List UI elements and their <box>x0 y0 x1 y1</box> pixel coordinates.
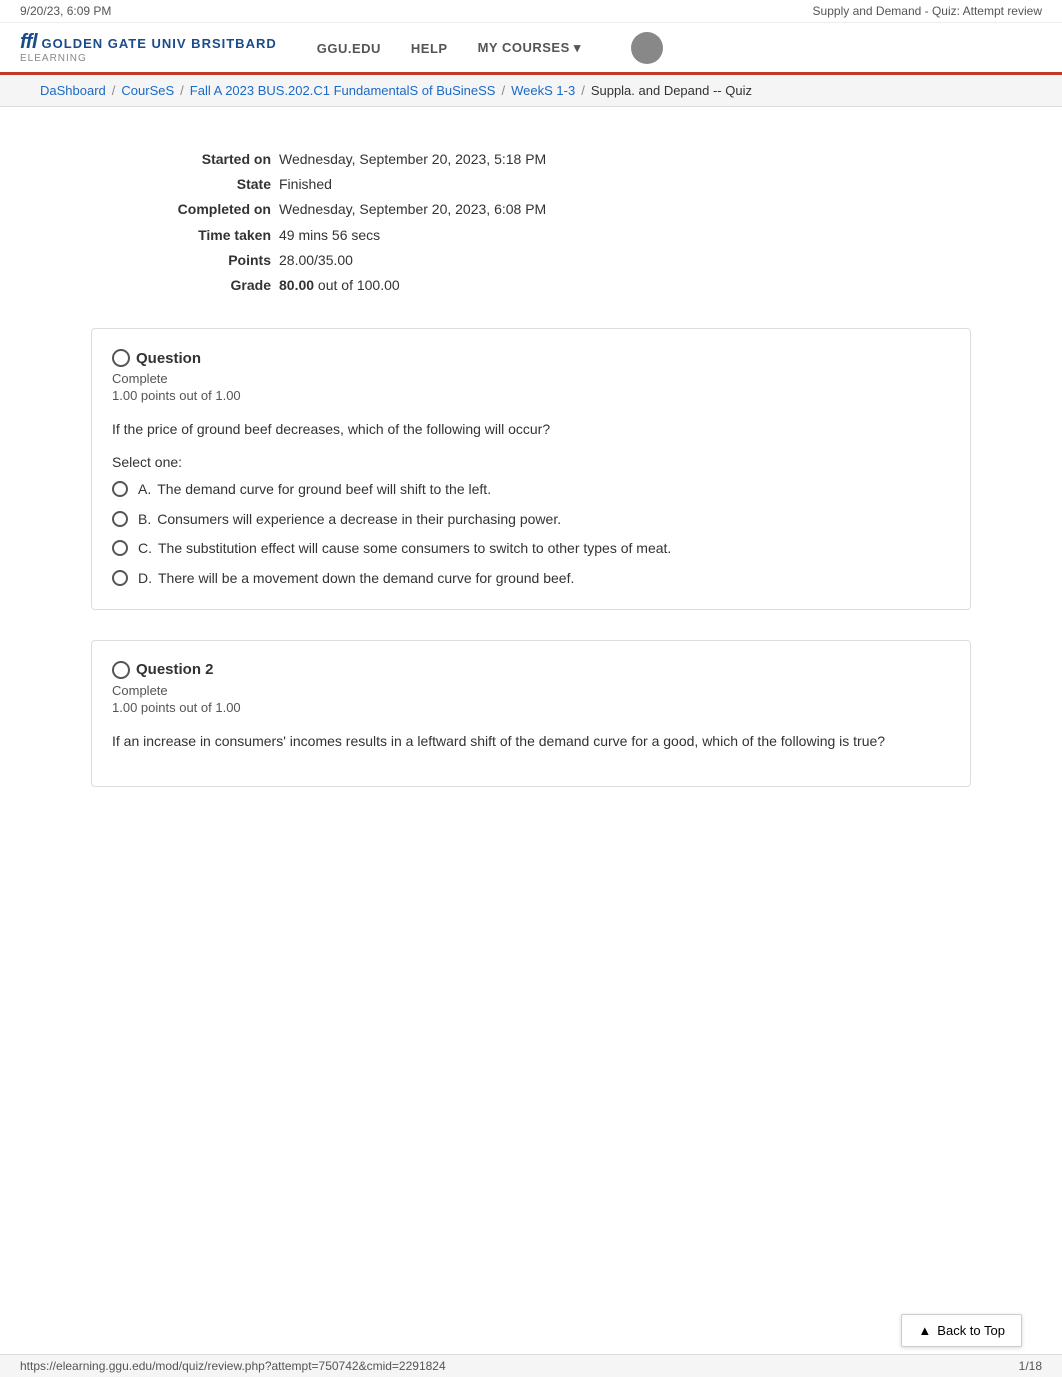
option-1c: C.The substitution effect will cause som… <box>112 539 950 559</box>
breadcrumb-item-dashboard[interactable]: DaShboard <box>40 83 106 98</box>
breadcrumb-sep-3: / <box>501 83 505 98</box>
summary-row-points: Points 28.00/35.00 <box>151 248 971 273</box>
summary-value-grade: 80.00 out of 100.00 <box>279 273 400 298</box>
summary-label-points: Points <box>151 248 271 273</box>
summary-value-state: Finished <box>279 172 332 197</box>
grade-value: 80.00 <box>279 277 314 293</box>
breadcrumb-sep-4: / <box>581 83 585 98</box>
breadcrumb-item-weeks[interactable]: WeekS 1-3 <box>511 83 575 98</box>
question-2-points: 1.00 points out of 1.00 <box>112 700 950 715</box>
question-1-header: Question <box>112 349 950 367</box>
nav-mycourses[interactable]: MY COURSES ▾ <box>478 40 581 56</box>
summary-table: Started on Wednesday, September 20, 2023… <box>151 147 971 298</box>
breadcrumb-sep: / <box>112 83 116 98</box>
option-1c-radio[interactable] <box>112 540 128 556</box>
summary-row-grade: Grade 80.00 out of 100.00 <box>151 273 971 298</box>
page-title: Supply and Demand - Quiz: Attempt review <box>813 4 1042 18</box>
summary-value-points: 28.00/35.00 <box>279 248 353 273</box>
question-block-1: Question Complete 1.00 points out of 1.0… <box>91 328 971 609</box>
summary-label-state: State <box>151 172 271 197</box>
logo-text: ffl GOLDEN GATE UNIV BRSITBARD <box>20 31 277 53</box>
option-1a-radio[interactable] <box>112 481 128 497</box>
summary-row-state: State Finished <box>151 172 971 197</box>
summary-label-completed: Completed on <box>151 197 271 222</box>
logo-subtitle: eLEARNING <box>20 53 277 64</box>
option-1b-label: B.Consumers will experience a decrease i… <box>138 510 561 530</box>
option-1a-label: A.The demand curve for ground beef will … <box>138 480 491 500</box>
summary-value-completed: Wednesday, September 20, 2023, 6:08 PM <box>279 197 546 222</box>
question-1-select-label: Select one: <box>112 454 950 470</box>
breadcrumb-item-quiz: Suppla. and Depand -- Quiz <box>591 83 752 98</box>
question-1-options: A.The demand curve for ground beef will … <box>112 480 950 588</box>
option-1b-radio[interactable] <box>112 511 128 527</box>
back-to-top-label: Back to Top <box>937 1323 1005 1338</box>
footer-url: https://elearning.ggu.edu/mod/quiz/revie… <box>20 1359 446 1373</box>
nav: GGU.EDU HELP MY COURSES ▾ <box>317 32 663 64</box>
breadcrumb-bar: DaShboard / CourSeS / Fall A 2023 BUS.20… <box>0 75 1062 107</box>
summary-label-started: Started on <box>151 147 271 172</box>
question-1-text: If the price of ground beef decreases, w… <box>112 419 950 440</box>
summary-label-grade: Grade <box>151 273 271 298</box>
option-1d: D.There will be a movement down the dema… <box>112 569 950 589</box>
top-bar: 9/20/23, 6:09 PM Supply and Demand - Qui… <box>0 0 1062 23</box>
summary-row-completed: Completed on Wednesday, September 20, 20… <box>151 197 971 222</box>
breadcrumb-item-courses[interactable]: CourSeS <box>121 83 174 98</box>
avatar[interactable] <box>631 32 663 64</box>
question-2-icon <box>112 661 130 679</box>
summary-value-time: 49 mins 56 secs <box>279 223 380 248</box>
header: ffl GOLDEN GATE UNIV BRSITBARD eLEARNING… <box>0 23 1062 75</box>
question-1-points: 1.00 points out of 1.00 <box>112 388 950 403</box>
summary-label-time: Time taken <box>151 223 271 248</box>
question-2-status: Complete <box>112 683 950 698</box>
back-to-top-icon: ▲ <box>918 1323 931 1338</box>
option-1d-label: D.There will be a movement down the dema… <box>138 569 574 589</box>
question-1-title: Question <box>136 350 201 367</box>
nav-help[interactable]: HELP <box>411 41 448 56</box>
back-to-top-button[interactable]: ▲ Back to Top <box>901 1314 1022 1347</box>
footer-page: 1/18 <box>1019 1359 1042 1373</box>
footer-bar: https://elearning.ggu.edu/mod/quiz/revie… <box>0 1354 1062 1377</box>
logo: ffl GOLDEN GATE UNIV BRSITBARD eLEARNING <box>20 31 277 64</box>
breadcrumb: DaShboard / CourSeS / Fall A 2023 BUS.20… <box>40 83 1022 98</box>
option-1d-radio[interactable] <box>112 570 128 586</box>
question-1-status: Complete <box>112 371 950 386</box>
summary-row-time: Time taken 49 mins 56 secs <box>151 223 971 248</box>
breadcrumb-item-course[interactable]: Fall A 2023 BUS.202.C1 FundamentalS of B… <box>190 83 496 98</box>
nav-ggu[interactable]: GGU.EDU <box>317 41 381 56</box>
summary-value-started: Wednesday, September 20, 2023, 5:18 PM <box>279 147 546 172</box>
main-content: Started on Wednesday, September 20, 2023… <box>51 107 1011 877</box>
datetime: 9/20/23, 6:09 PM <box>20 4 111 18</box>
question-2-title: Question 2 <box>136 661 214 678</box>
question-2-text: If an increase in consumers' incomes res… <box>112 731 950 752</box>
question-1-icon <box>112 349 130 367</box>
option-1c-label: C.The substitution effect will cause som… <box>138 539 671 559</box>
question-block-2: Question 2 Complete 1.00 points out of 1… <box>91 640 971 787</box>
option-1a: A.The demand curve for ground beef will … <box>112 480 950 500</box>
summary-row-started: Started on Wednesday, September 20, 2023… <box>151 147 971 172</box>
question-2-header: Question 2 <box>112 661 950 679</box>
option-1b: B.Consumers will experience a decrease i… <box>112 510 950 530</box>
breadcrumb-sep-2: / <box>180 83 184 98</box>
